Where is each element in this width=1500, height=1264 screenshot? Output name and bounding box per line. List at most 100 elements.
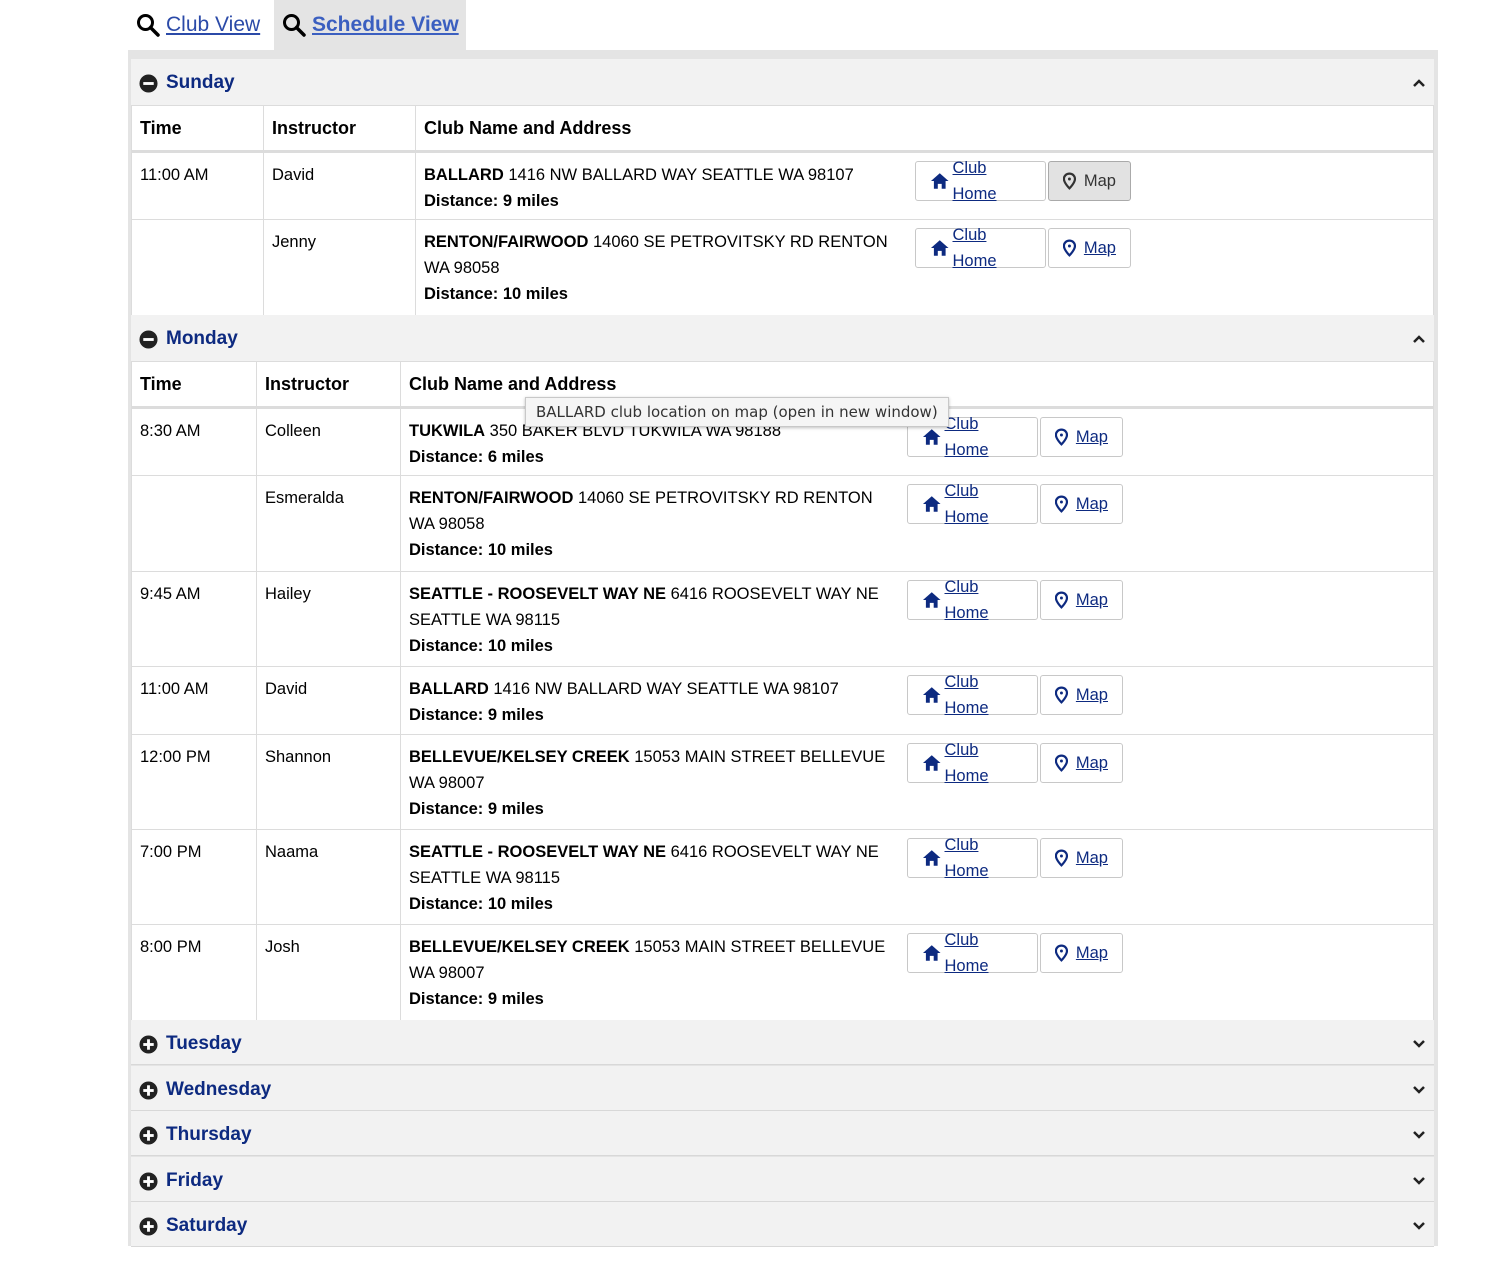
club-distance: Distance: 6 miles: [409, 448, 544, 466]
chevron-down-icon[interactable]: [1412, 1176, 1426, 1186]
day-header-friday[interactable]: Friday: [131, 1157, 1434, 1201]
day-header-sunday[interactable]: Sunday: [131, 59, 1434, 103]
table-row: Esmeralda RENTON/FAIRWOOD 14060 SE PETROV…: [131, 475, 1434, 572]
home-icon: [922, 687, 941, 703]
table-row: 7:00 PM Naama SEATTLE - ROOSEVELT WAY NE 6…: [131, 829, 1434, 925]
row-actions: Club Home Map: [899, 924, 1434, 1021]
row-club-address: SEATTLE - ROOSEVELT WAY NE 6416 ROOSEVEL…: [400, 571, 899, 667]
club-name: RENTON/FAIRWOOD: [409, 489, 574, 507]
tab-schedule-view-label: Schedule View: [312, 13, 459, 36]
day-header-monday[interactable]: Monday: [131, 315, 1434, 359]
row-actions: Club Home Map: [899, 734, 1434, 830]
day-title: Sunday: [166, 72, 235, 93]
expand-icon: [139, 1081, 158, 1100]
chevron-wrap[interactable]: [1412, 331, 1426, 349]
table-row: 11:00 AM David BALLARD 1416 NW BALLARD WAY…: [131, 666, 1434, 735]
map-label: Map: [1083, 239, 1116, 257]
club-name: BALLARD: [424, 166, 504, 184]
home-icon: [922, 429, 941, 445]
day-title: Saturday: [166, 1215, 248, 1236]
club-home-label: Club Home: [944, 741, 989, 785]
day-header-saturday[interactable]: Saturday: [131, 1202, 1434, 1246]
map-label: Map: [1075, 754, 1108, 772]
row-time: 12:00 PM: [131, 734, 257, 830]
home-icon: [930, 173, 949, 189]
club-home-button[interactable]: Club Home: [907, 578, 1038, 622]
row-club-address: BELLEVUE/KELSEY CREEK 15053 MAIN STREET …: [400, 924, 899, 1021]
day-header-wednesday[interactable]: Wednesday: [131, 1066, 1434, 1110]
map-button[interactable]: Map: [1040, 484, 1123, 524]
chevron-down-icon[interactable]: [1412, 1039, 1426, 1049]
chevron-down-icon[interactable]: [1412, 1085, 1426, 1095]
chevron-down-icon[interactable]: [1412, 1221, 1426, 1231]
tab-club-view[interactable]: Club View: [136, 0, 260, 50]
chevron-up-icon[interactable]: [1412, 334, 1426, 344]
row-instructor: Naama: [256, 829, 401, 925]
day-section-wednesday: Wednesday: [131, 1066, 1434, 1111]
schedule-table-sunday: Time Instructor Club Name and Address 11:00…: [131, 105, 1434, 316]
day-header-thursday[interactable]: Thursday: [131, 1111, 1434, 1155]
club-home-button[interactable]: Club Home: [907, 741, 1038, 785]
chevron-wrap[interactable]: [1412, 75, 1426, 93]
row-time: [131, 475, 257, 572]
search-icon: [283, 14, 306, 37]
club-home-button[interactable]: Club Home: [915, 226, 1046, 270]
map-button[interactable]: Map: [1040, 580, 1123, 620]
expand-icon: [139, 1126, 158, 1145]
map-button[interactable]: Map: [1040, 838, 1123, 878]
day-header-tuesday[interactable]: Tuesday: [131, 1020, 1434, 1064]
map-marker-icon: [1055, 849, 1068, 867]
map-marker-icon: [1055, 591, 1068, 609]
map-marker-icon: [1055, 428, 1068, 446]
toggle-icon-wrap[interactable]: [139, 1081, 158, 1105]
map-label: Map: [1075, 944, 1108, 962]
map-button[interactable]: Map: [1040, 743, 1123, 783]
row-club-address: SEATTLE - ROOSEVELT WAY NE 6416 ROOSEVEL…: [400, 829, 899, 925]
schedule-table: Time Instructor Club Name and Address 11:00…: [131, 105, 1434, 316]
row-instructor: Esmeralda: [256, 475, 401, 572]
map-button[interactable]: Map: [1048, 228, 1131, 268]
map-marker-icon: [1063, 239, 1076, 257]
table-row: 11:00 AM David BALLARD 1416 NW BALLARD WAY…: [131, 151, 1434, 220]
toggle-icon-wrap[interactable]: [139, 1217, 158, 1241]
map-button[interactable]: Map: [1040, 675, 1123, 715]
home-icon: [922, 945, 941, 961]
row-instructor: Jenny: [263, 219, 416, 316]
toggle-icon-wrap[interactable]: [139, 330, 158, 354]
row-club-address: BALLARD 1416 NW BALLARD WAY SEATTLE WA 9…: [400, 666, 899, 735]
day-title: Tuesday: [166, 1033, 242, 1054]
row-actions: Club Home Map: [899, 666, 1434, 735]
map-button[interactable]: Map: [1040, 933, 1123, 973]
club-distance: Distance: 10 miles: [409, 637, 553, 655]
tab-schedule-view[interactable]: Schedule View: [274, 0, 466, 50]
toggle-icon-wrap[interactable]: [139, 1172, 158, 1196]
toggle-icon-wrap[interactable]: [139, 1035, 158, 1059]
row-instructor: David: [256, 666, 401, 735]
chevron-down-icon[interactable]: [1412, 1130, 1426, 1140]
table-row: Jenny RENTON/FAIRWOOD 14060 SE PETROVITSK…: [131, 219, 1434, 316]
club-home-label: Club Home: [944, 415, 989, 459]
chevron-wrap[interactable]: [1412, 1036, 1426, 1054]
club-name: SEATTLE - ROOSEVELT WAY NE: [409, 843, 667, 861]
map-label: Map: [1075, 686, 1108, 704]
club-home-label: Club Home: [944, 836, 989, 880]
chevron-wrap[interactable]: [1412, 1127, 1426, 1145]
map-button[interactable]: Map: [1040, 417, 1123, 457]
map-label: Map: [1075, 849, 1108, 867]
club-home-button[interactable]: Club Home: [907, 482, 1038, 526]
chevron-wrap[interactable]: [1412, 1218, 1426, 1236]
col-time: Time: [131, 105, 264, 153]
club-home-button[interactable]: Club Home: [907, 931, 1038, 975]
toggle-icon-wrap[interactable]: [139, 1126, 158, 1150]
club-home-button[interactable]: Club Home: [915, 159, 1046, 203]
chevron-wrap[interactable]: [1412, 1173, 1426, 1191]
toggle-icon-wrap[interactable]: [139, 74, 158, 98]
club-home-button[interactable]: Club Home: [907, 836, 1038, 880]
map-button[interactable]: Map: [1048, 161, 1131, 201]
chevron-up-icon[interactable]: [1412, 78, 1426, 88]
chevron-wrap[interactable]: [1412, 1082, 1426, 1100]
collapse-icon: [139, 74, 158, 93]
map-label: Map: [1075, 495, 1108, 513]
col-time: Time: [131, 361, 257, 409]
club-home-button[interactable]: Club Home: [907, 673, 1038, 717]
